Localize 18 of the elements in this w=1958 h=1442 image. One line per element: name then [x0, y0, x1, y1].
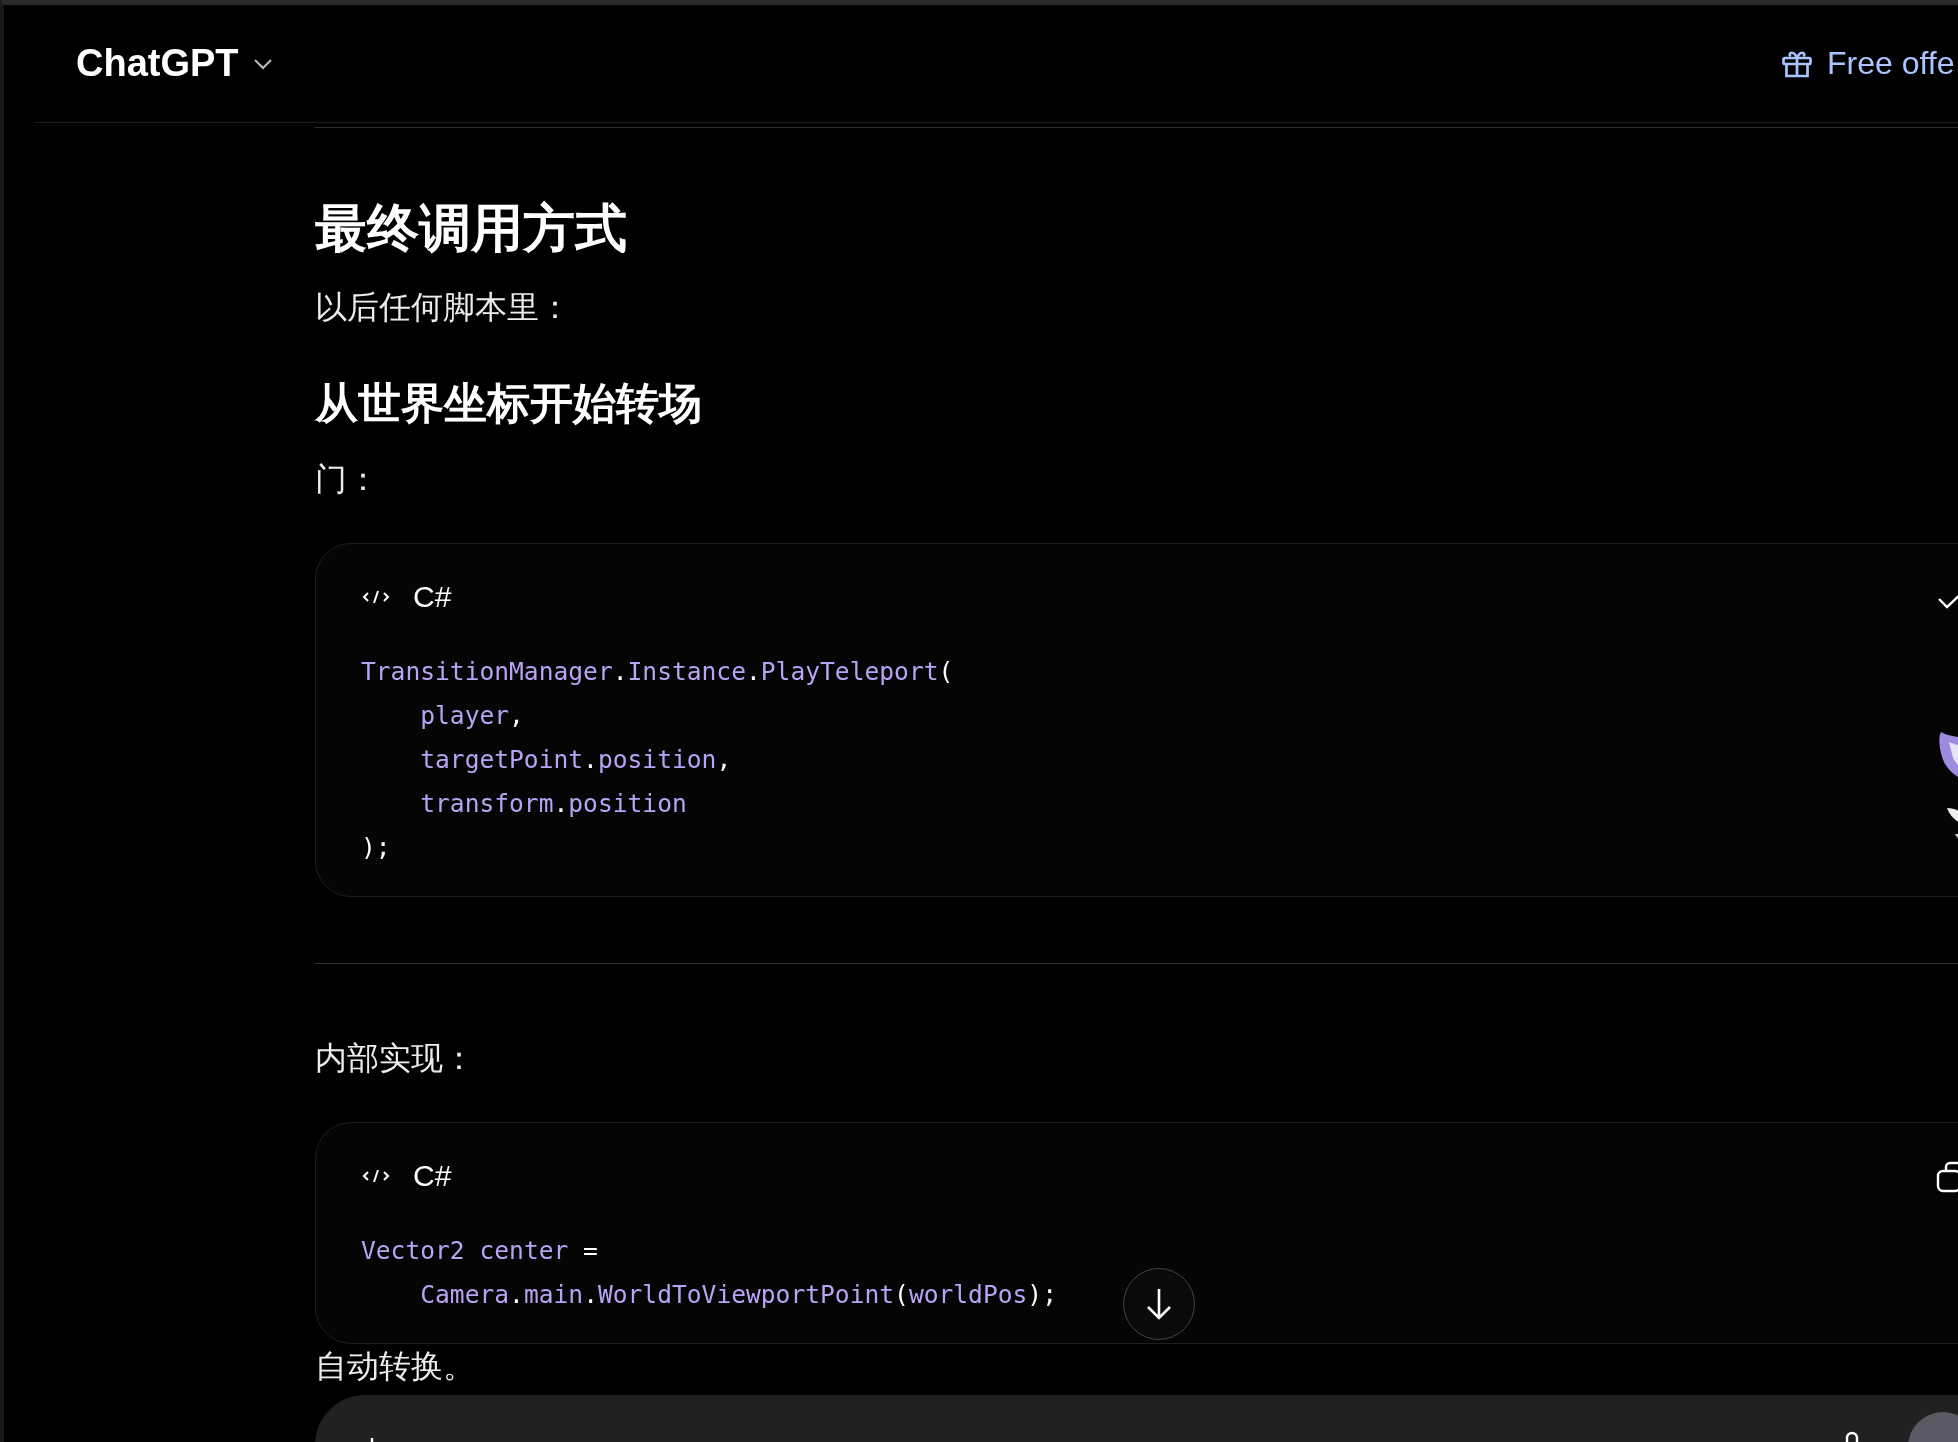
paragraph: 门：: [315, 459, 380, 500]
code-line: player,: [419, 700, 524, 732]
free-offer-link[interactable]: Free offe: [1779, 45, 1955, 82]
paragraph: 内部实现：: [315, 1038, 476, 1079]
code-line: );: [361, 832, 391, 864]
code-line: Camera.main.WorldToViewportPoint(worldPos);: [419, 1279, 1057, 1311]
app-title[interactable]: ChatGPT: [76, 42, 239, 85]
paragraph: 自动转换。: [315, 1346, 476, 1386]
code-line: targetPoint.position,: [419, 744, 732, 776]
section-heading: 最终调用方式: [315, 197, 628, 260]
code-language-label: C#: [413, 580, 452, 614]
chevron-down-icon[interactable]: [252, 57, 273, 70]
code-language-label: C#: [413, 1159, 452, 1193]
code-line: transform.position: [419, 788, 687, 820]
code-line: Vector2 center =: [361, 1235, 598, 1267]
subsection-heading: 从世界坐标开始转场: [315, 377, 703, 430]
paragraph: 以后任何脚本里：: [315, 287, 572, 328]
code-line: TransitionManager.Instance.PlayTeleport(: [361, 656, 954, 688]
